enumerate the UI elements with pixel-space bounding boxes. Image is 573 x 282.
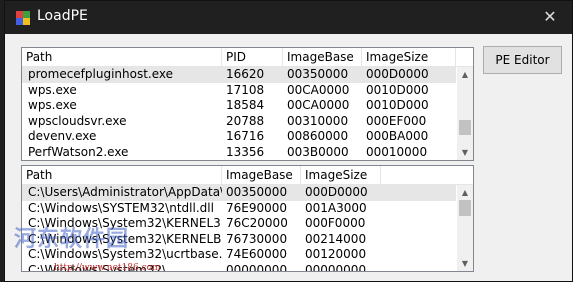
list-item[interactable]: Microsoft.ServiceHub.Controll...20012000… <box>22 160 456 161</box>
cell-path: wps.exe <box>28 98 77 112</box>
cell-path: C:\Windows\SYSTEM32\ntdll.dll <box>28 200 214 215</box>
cell-base: 74E60000 <box>226 247 288 261</box>
cell-path: C:\Windows\System32\... <box>28 262 178 272</box>
cell-base: 00CA0000 <box>287 82 350 97</box>
cell-path: C:\Windows\System32\KERNELB... <box>28 231 222 246</box>
cell-path: wps.exe <box>28 82 77 97</box>
column-header-imagebase[interactable]: ImageBase <box>222 166 301 184</box>
column-header-pid[interactable]: PID <box>222 48 283 66</box>
cell-base: 76C20000 <box>226 216 288 230</box>
cell-pid: 13356 <box>226 144 265 159</box>
cell-size: 0010D000 <box>366 98 429 112</box>
cell-size: 00214000 <box>305 231 367 246</box>
list-item[interactable]: C:\Windows\System32\... 00000000 00000000 <box>22 262 456 272</box>
cell-size: 000D0000 <box>366 67 429 81</box>
cell-path: PerfWatson2.exe <box>28 144 129 159</box>
module-list[interactable]: Path ImageBase ImageSize C:\Users\Admini… <box>21 165 474 272</box>
process-list-scrollbar[interactable]: ▲ ▼ <box>457 67 473 160</box>
column-header-imagesize[interactable]: ImageSize <box>301 166 381 184</box>
cell-path: wpscloudsvr.exe <box>28 113 127 128</box>
cell-size: 000F0000 <box>305 216 366 230</box>
cell-pid: 18584 <box>226 98 265 112</box>
cell-base: 00310000 <box>287 113 349 128</box>
list-item[interactable]: wpscloudsvr.exe 20788 00310000 000EF000 <box>22 114 456 130</box>
list-item[interactable]: wps.exe 18584 00CA0000 0010D000 <box>22 98 456 114</box>
cell-base: 00000000 <box>283 160 362 161</box>
cell-size: 00010000 <box>366 144 428 159</box>
cell-path: C:\Users\Administrator\AppData\... <box>28 185 222 199</box>
cell-base: 76730000 <box>226 231 288 246</box>
window-title: LoadPE <box>37 8 88 24</box>
column-header-path[interactable]: Path <box>22 166 222 184</box>
cell-path: promecefpluginhost.exe <box>28 67 174 81</box>
cell-path: C:\Windows\System32\KERNEL3... <box>28 216 222 230</box>
column-header-imagebase[interactable]: ImageBase <box>283 48 362 66</box>
list-item[interactable]: devenv.exe 16716 00860000 000BA000 <box>22 129 456 145</box>
scroll-thumb[interactable] <box>459 200 471 216</box>
cell-size: 00000000 <box>362 160 456 161</box>
app-icon <box>16 11 30 25</box>
cell-path: C:\Windows\System32\ucrtbase.dll <box>28 247 222 261</box>
scroll-thumb[interactable] <box>459 120 471 135</box>
list-item[interactable]: C:\Windows\System32\KERNEL3... 76C20000 00… <box>22 216 456 232</box>
module-list-header: Path ImageBase ImageSize <box>22 166 473 185</box>
title-bar[interactable]: LoadPE ✕ <box>5 1 572 34</box>
cell-pid: 20012 <box>222 160 283 161</box>
cell-base: 76E90000 <box>226 200 288 215</box>
cell-size: 000D0000 <box>305 185 368 199</box>
close-icon[interactable]: ✕ <box>540 7 560 27</box>
scroll-up-arrow-icon[interactable]: ▲ <box>457 67 473 82</box>
cell-base: 00350000 <box>287 67 349 81</box>
cell-pid: 16620 <box>226 67 265 81</box>
list-item[interactable]: C:\Windows\SYSTEM32\ntdll.dll 76E90000 001… <box>22 201 456 217</box>
list-item[interactable]: C:\Windows\System32\ucrtbase.dll 74E60000… <box>22 247 456 263</box>
scroll-down-arrow-icon[interactable]: ▼ <box>457 145 473 160</box>
cell-base: 00CA0000 <box>287 98 350 112</box>
cell-base: 00000000 <box>226 262 288 272</box>
list-item[interactable]: PerfWatson2.exe 13356 003B0000 00010000 <box>22 145 456 161</box>
list-item[interactable]: C:\Windows\System32\KERNELB... 76730000 00… <box>22 232 456 248</box>
cell-path: devenv.exe <box>28 129 97 143</box>
cell-base: 003B0000 <box>287 144 349 159</box>
cell-pid: 16716 <box>226 129 265 143</box>
loadpe-window: LoadPE ✕ Path PID ImageBase ImageSize pr… <box>4 0 573 282</box>
process-list-header: Path PID ImageBase ImageSize <box>22 48 473 67</box>
list-item[interactable]: wps.exe 17108 00CA0000 0010D000 <box>22 83 456 99</box>
cell-size: 000EF000 <box>366 113 427 128</box>
scroll-up-arrow-icon[interactable]: ▲ <box>457 185 473 200</box>
list-item[interactable]: promecefpluginhost.exe 16620 00350000 000D0… <box>22 67 456 83</box>
cell-path: Microsoft.ServiceHub.Controll... <box>24 160 222 161</box>
cell-size: 0010D000 <box>366 82 429 97</box>
pe-editor-button[interactable]: PE Editor <box>483 46 562 74</box>
cell-size: 00000000 <box>305 262 367 272</box>
scroll-down-arrow-icon[interactable]: ▼ <box>457 256 473 271</box>
cell-pid: 20788 <box>226 113 265 128</box>
module-list-scrollbar[interactable]: ▲ ▼ <box>457 185 473 271</box>
cell-size: 001A3000 <box>305 200 367 215</box>
column-header-path[interactable]: Path <box>22 48 222 66</box>
process-list[interactable]: Path PID ImageBase ImageSize promecefplu… <box>21 47 474 161</box>
cell-size: 00120000 <box>305 247 367 261</box>
cell-pid: 17108 <box>226 82 265 97</box>
cell-size: 000BA000 <box>366 129 429 143</box>
cell-base: 00350000 <box>226 185 288 199</box>
cell-base: 00860000 <box>287 129 349 143</box>
list-item[interactable]: C:\Users\Administrator\AppData\... 003500… <box>22 185 456 201</box>
column-header-imagesize[interactable]: ImageSize <box>362 48 456 66</box>
